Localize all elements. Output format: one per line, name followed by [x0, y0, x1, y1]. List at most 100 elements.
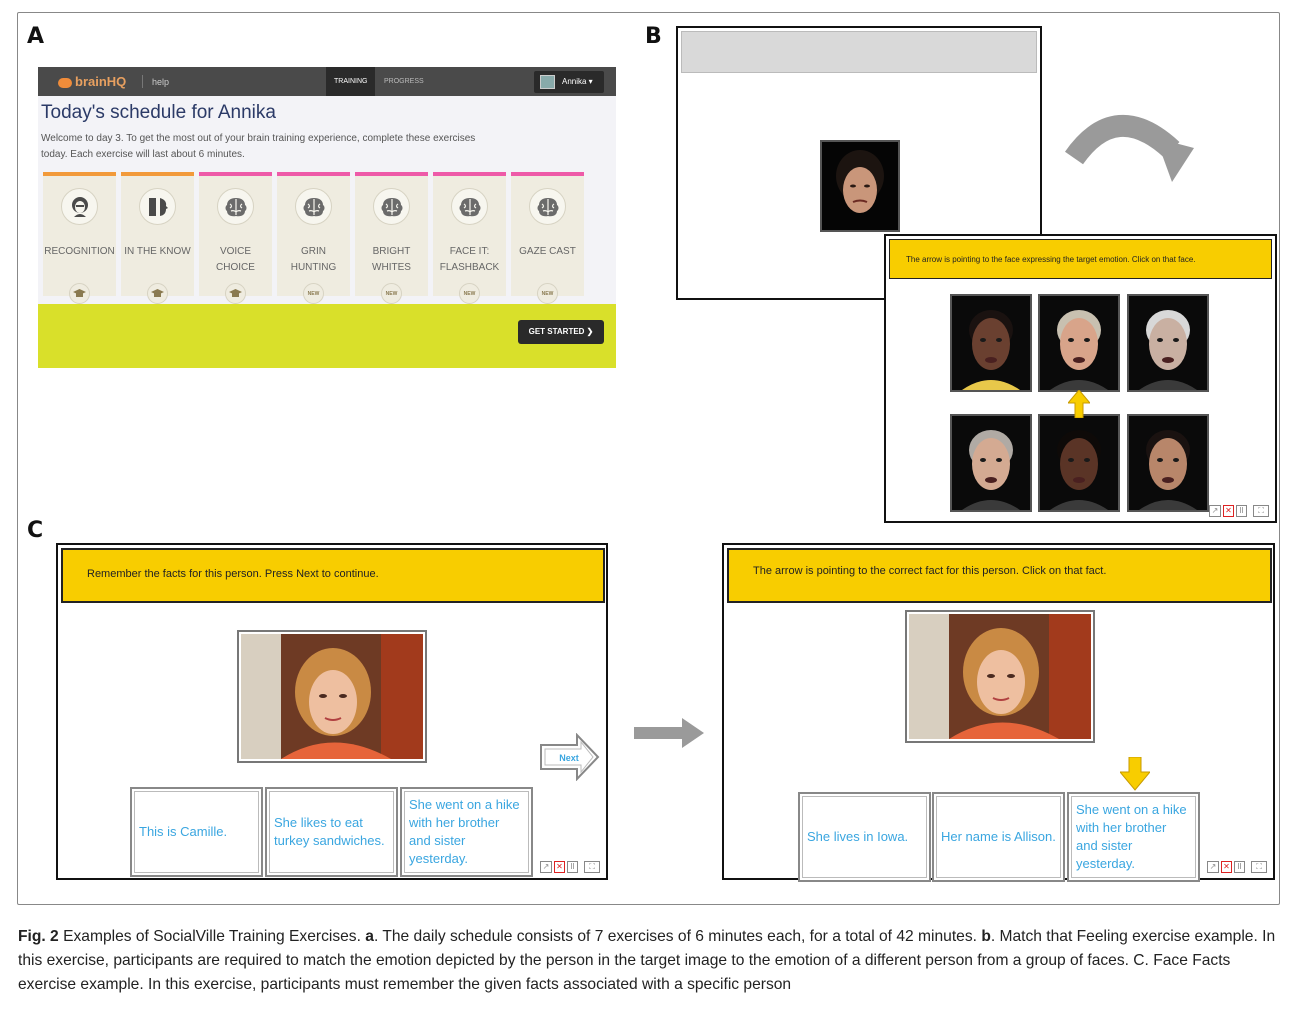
- caption-title: Examples of SocialVille Training Exercis…: [63, 928, 361, 945]
- exercise-toolbar: ↗ ✕ II ⛶: [1207, 861, 1267, 873]
- panel-letter-a: A: [27, 24, 45, 49]
- sequence-arrow-icon: [634, 718, 704, 748]
- exercise-card[interactable]: RECOGNITION: [43, 172, 116, 304]
- new-badge: NEW: [459, 283, 480, 304]
- blank-instruction-bar: [681, 31, 1037, 73]
- face-icon: [61, 188, 98, 225]
- exercise-card[interactable]: BRIGHT WHITES NEW: [355, 172, 428, 304]
- graduation-cap-icon: [225, 283, 246, 304]
- new-badge: NEW: [537, 283, 558, 304]
- brain-logo-icon: [58, 77, 72, 88]
- fact-text: She went on a hike with her brother and …: [1071, 796, 1196, 878]
- instruction-bar: Remember the facts for this person. Pres…: [61, 548, 605, 603]
- fact-text: She lives in Iowa.: [802, 796, 927, 878]
- brain-icon: [451, 188, 488, 225]
- avatar: [540, 75, 555, 89]
- figure-caption: Fig. 2 Examples of SocialVille Training …: [18, 925, 1280, 997]
- hint-arrow-down-icon: [1120, 757, 1150, 791]
- face-choice-photo[interactable]: [1127, 294, 1209, 392]
- target-face-photo: [820, 140, 900, 232]
- fact-option[interactable]: She went on a hike with her brother and …: [1067, 792, 1200, 882]
- panel-letter-b: B: [645, 24, 662, 49]
- brainhq-logo[interactable]: brainHQ: [58, 74, 126, 89]
- instruction-bar: The arrow is pointing to the correct fac…: [727, 548, 1272, 603]
- pause-icon[interactable]: II: [1234, 861, 1245, 873]
- fact-text: This is Camille.: [134, 791, 259, 873]
- exercise-toolbar: ↗ ✕ II ⛶: [540, 861, 600, 873]
- fullscreen-icon[interactable]: ⛶: [1251, 861, 1267, 873]
- caption-fig-label: Fig. 2: [18, 928, 59, 945]
- face-choice-screen: The arrow is pointing to the face expres…: [884, 234, 1277, 523]
- face-choice-photo[interactable]: [1038, 414, 1120, 512]
- exercise-toolbar: ↗ ✕ II ⛶: [1209, 505, 1269, 517]
- brain-icon: [373, 188, 410, 225]
- caption-a-text: . The daily schedule consists of 7 exerc…: [373, 928, 977, 945]
- exercise-label: RECOGNITION: [44, 246, 115, 257]
- brain-icon: [529, 188, 566, 225]
- exercise-card[interactable]: GAZE CAST NEW: [511, 172, 584, 304]
- fact-option[interactable]: Her name is Allison.: [932, 792, 1065, 882]
- panel-letter-c: C: [27, 518, 44, 543]
- graduation-cap-icon: [69, 283, 90, 304]
- progress-chart-icon[interactable]: ↗: [1207, 861, 1219, 873]
- exercise-label: GRIN HUNTING: [290, 246, 337, 273]
- fact-text: She likes to eat turkey sandwiches.: [269, 791, 394, 873]
- face-choice-photo[interactable]: [1038, 294, 1120, 392]
- help-link[interactable]: help: [152, 77, 169, 87]
- fact-text: She went on a hike with her brother and …: [404, 791, 529, 873]
- close-icon[interactable]: ✕: [1221, 861, 1232, 873]
- face-choice-photo[interactable]: [1127, 414, 1209, 512]
- face-facts-recall-screen: The arrow is pointing to the correct fac…: [722, 543, 1275, 882]
- fact-option[interactable]: She lives in Iowa.: [798, 792, 931, 882]
- person-photo: [905, 610, 1095, 743]
- schedule-intro: Welcome to day 3. To get the most out of…: [41, 133, 476, 160]
- hint-arrow-up-icon: [1068, 390, 1090, 418]
- pause-icon[interactable]: II: [567, 861, 578, 873]
- brain-icon: [217, 188, 254, 225]
- exercise-label: IN THE KNOW: [124, 246, 191, 257]
- exercise-card[interactable]: VOICE CHOICE: [199, 172, 272, 304]
- exercise-card[interactable]: IN THE KNOW: [121, 172, 194, 304]
- next-button[interactable]: Next: [539, 733, 601, 781]
- exercise-label: FACE IT: FLASHBACK: [439, 246, 500, 273]
- exercise-label: GAZE CAST: [519, 246, 576, 257]
- fact-option[interactable]: She likes to eat turkey sandwiches.: [265, 787, 398, 877]
- fact-text: Her name is Allison.: [936, 796, 1061, 878]
- graduation-cap-icon: [147, 283, 168, 304]
- caption-a-label: a: [365, 928, 374, 945]
- sequence-arrow-icon: [1064, 115, 1194, 182]
- face-facts-study-screen: Remember the facts for this person. Pres…: [56, 543, 608, 880]
- page-title: Today's schedule for Annika: [41, 102, 276, 123]
- exercise-card[interactable]: FACE IT: FLASHBACK NEW: [433, 172, 506, 304]
- next-label: Next: [559, 753, 579, 763]
- schedule-footer: GET STARTED ❯: [38, 304, 616, 368]
- progress-chart-icon[interactable]: ↗: [540, 861, 552, 873]
- brainhq-navbar: brainHQ help TRAINING PROGRESS Annika ▾: [38, 67, 616, 96]
- tab-training[interactable]: TRAINING: [326, 67, 376, 96]
- instruction-bar: The arrow is pointing to the face expres…: [889, 239, 1272, 279]
- close-icon[interactable]: ✕: [1223, 505, 1234, 517]
- new-badge: NEW: [303, 283, 324, 304]
- pause-icon[interactable]: II: [1236, 505, 1247, 517]
- brainhq-schedule-screenshot: brainHQ help TRAINING PROGRESS Annika ▾ …: [38, 67, 616, 368]
- get-started-button[interactable]: GET STARTED ❯: [518, 320, 604, 344]
- close-icon[interactable]: ✕: [554, 861, 565, 873]
- face-choice-photo[interactable]: [950, 414, 1032, 512]
- tab-progress[interactable]: PROGRESS: [376, 67, 432, 96]
- faces-profile-icon: [139, 188, 176, 225]
- fullscreen-icon[interactable]: ⛶: [584, 861, 600, 873]
- exercise-card[interactable]: GRIN HUNTING NEW: [277, 172, 350, 304]
- fullscreen-icon[interactable]: ⛶: [1253, 505, 1269, 517]
- exercise-label: BRIGHT WHITES: [372, 246, 411, 273]
- caption-b-label: b: [981, 928, 991, 945]
- fact-option[interactable]: This is Camille.: [130, 787, 263, 877]
- brain-icon: [295, 188, 332, 225]
- progress-chart-icon[interactable]: ↗: [1209, 505, 1221, 517]
- person-photo: [237, 630, 427, 763]
- exercise-label: VOICE CHOICE: [216, 246, 255, 273]
- user-menu-button[interactable]: Annika ▾: [534, 71, 604, 93]
- new-badge: NEW: [381, 283, 402, 304]
- fact-option[interactable]: She went on a hike with her brother and …: [400, 787, 533, 877]
- nav-divider: [142, 75, 143, 88]
- face-choice-photo[interactable]: [950, 294, 1032, 392]
